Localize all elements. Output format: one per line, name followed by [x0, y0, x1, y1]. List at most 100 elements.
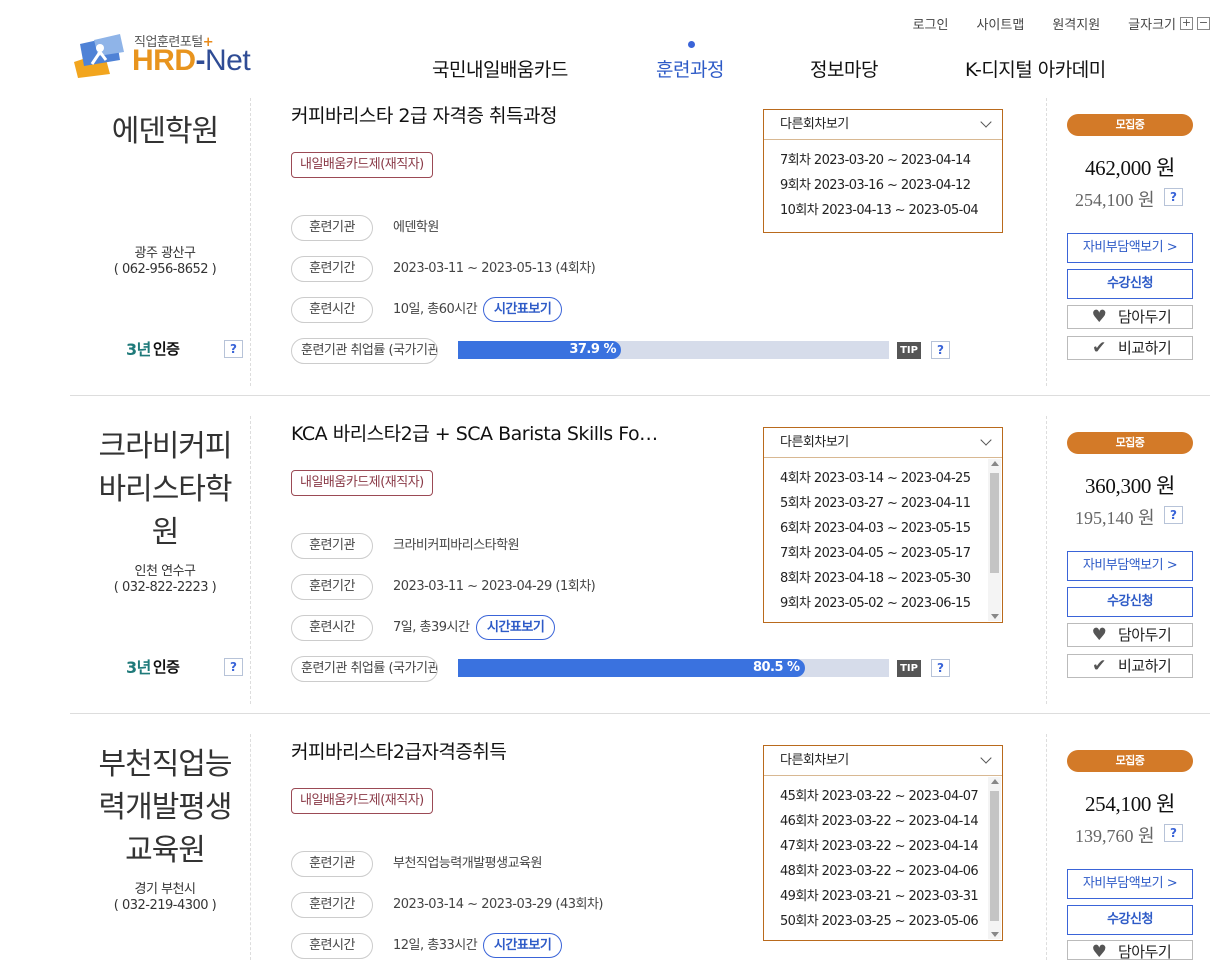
course-price: 360,300 원	[1084, 474, 1176, 498]
other-rounds-dropdown[interactable]: 다른회차보기 4회차 2023-03-14 ~ 2023-04-25 5회차 2…	[763, 427, 1003, 623]
apply-button[interactable]: 수강신청	[1067, 587, 1193, 617]
hours-label: 훈련시간	[291, 615, 373, 641]
round-item[interactable]: 9회차 2023-03-16 ~ 2023-04-12	[764, 173, 1002, 198]
employment-rate-value: 80.5 %	[752, 660, 800, 675]
apply-button[interactable]: 수강신청	[1067, 905, 1193, 935]
tip-badge[interactable]: TIP	[897, 342, 921, 359]
round-item[interactable]: 48회차 2023-03-22 ~ 2023-04-06	[764, 859, 1002, 884]
round-item[interactable]: 47회차 2023-03-22 ~ 2023-04-14	[764, 834, 1002, 859]
scroll-up-icon[interactable]	[991, 779, 999, 784]
heart-icon: ♥	[1091, 942, 1107, 960]
round-item[interactable]: 8회차 2023-04-18 ~ 2023-05-30	[764, 566, 1002, 591]
checkmark-icon: ✔	[1092, 338, 1106, 358]
main-nav: 국민내일배움카드 훈련과정 정보마당 K-디지털 아카데미	[0, 52, 1218, 82]
institution-location: 인천 연수구 ( 032-822-2223 )	[113, 564, 217, 595]
org-value: 크라비커피바리스타학원	[393, 538, 520, 553]
employment-help-button[interactable]: ?	[931, 659, 950, 677]
period-label: 훈련기간	[291, 256, 373, 282]
login-link[interactable]: 로그인	[913, 14, 949, 33]
rounds-scrollbar[interactable]	[988, 777, 1001, 939]
sitemap-link[interactable]: 사이트맵	[976, 14, 1024, 33]
period-value: 2023-03-14 ~ 2023-03-29 (43회차)	[393, 897, 604, 912]
course-price: 254,100 원	[1084, 792, 1176, 816]
nav-item-info[interactable]: 정보마당	[810, 55, 878, 82]
round-item[interactable]: 5회차 2023-03-27 ~ 2023-04-11	[764, 491, 1002, 516]
round-item[interactable]: 7회차 2023-04-05 ~ 2023-05-17	[764, 541, 1002, 566]
heart-icon: ♥	[1091, 307, 1107, 327]
subsidy-view-button[interactable]: 자비부담액보기 >	[1067, 551, 1193, 581]
chevron-down-icon	[980, 116, 992, 128]
wishlist-button[interactable]: ♥ 담아두기	[1067, 305, 1193, 329]
other-rounds-dropdown[interactable]: 다른회차보기 7회차 2023-03-20 ~ 2023-04-14 9회차 2…	[763, 109, 1003, 233]
timetable-button[interactable]: 시간표보기	[476, 615, 556, 640]
round-item[interactable]: 6회차 2023-04-03 ~ 2023-05-15	[764, 516, 1002, 541]
round-item[interactable]: 9회차 2023-05-02 ~ 2023-06-15	[764, 591, 1002, 616]
round-item[interactable]: 45회차 2023-03-22 ~ 2023-04-07	[764, 784, 1002, 809]
nav-item-training[interactable]: 훈련과정	[656, 55, 724, 82]
institution-name[interactable]: 크라비커피 바리스타학 원	[70, 425, 260, 554]
course-type-tag: 내일배움카드제(재직자)	[291, 152, 433, 178]
checkmark-icon: ✔	[1092, 656, 1106, 676]
subsidy-view-button[interactable]: 자비부담액보기 >	[1067, 869, 1193, 899]
scrollbar-thumb[interactable]	[990, 473, 999, 573]
employment-help-button[interactable]: ?	[931, 341, 950, 359]
other-rounds-dropdown[interactable]: 다른회차보기 45회차 2023-03-22 ~ 2023-04-07 46회차…	[763, 745, 1003, 941]
nav-item-k-digital[interactable]: K-디지털 아카데미	[965, 55, 1106, 82]
self-pay-price: 139,760 원	[1075, 826, 1155, 846]
font-size-decrease-button[interactable]: −	[1197, 17, 1210, 30]
employment-rate-bar: 37.9 %	[458, 341, 889, 359]
compare-button[interactable]: ✔ 비교하기	[1067, 654, 1193, 678]
scroll-up-icon[interactable]	[991, 461, 999, 466]
self-pay-price: 254,100 원	[1075, 190, 1155, 210]
cert-help-button[interactable]: ?	[224, 340, 243, 358]
status-badge: 모집중	[1067, 432, 1193, 454]
round-item[interactable]: 4회차 2023-03-14 ~ 2023-04-25	[764, 466, 1002, 491]
period-value: 2023-03-11 ~ 2023-04-29 (1회차)	[393, 579, 596, 594]
employment-rate-value: 37.9 %	[569, 342, 616, 357]
employment-rate-label: 훈련기관 취업률 (국가기관)	[291, 656, 438, 682]
scrollbar-thumb[interactable]	[990, 791, 999, 921]
cert-help-button[interactable]: ?	[224, 658, 243, 676]
institution-name[interactable]: 부천직업능 력개발평생 교육원	[70, 743, 260, 872]
round-item[interactable]: 50회차 2023-03-25 ~ 2023-05-06	[764, 909, 1002, 934]
compare-button[interactable]: ✔ 비교하기	[1067, 336, 1193, 360]
divider	[1046, 416, 1047, 704]
round-item[interactable]: 10회차 2023-04-13 ~ 2023-05-04	[764, 198, 1002, 223]
round-item[interactable]: 46회차 2023-03-22 ~ 2023-04-14	[764, 809, 1002, 834]
org-value: 부천직업능력개발평생교육원	[393, 856, 542, 871]
price-help-button[interactable]: ?	[1164, 824, 1183, 842]
status-badge: 모집중	[1067, 750, 1193, 772]
nav-item-card[interactable]: 국민내일배움카드	[432, 55, 568, 82]
other-rounds-toggle[interactable]: 다른회차보기	[764, 110, 1002, 140]
site-header: 직업훈련포털+ HRD-Net 로그인 사이트맵 원격지원 글자크기 + − 국…	[0, 0, 1218, 96]
course-title[interactable]: 커피바리스타 2급 자격증 취득과정	[291, 101, 557, 128]
scroll-down-icon[interactable]	[991, 614, 999, 619]
apply-button[interactable]: 수강신청	[1067, 269, 1193, 299]
employment-rate-bar: 80.5 %	[458, 659, 889, 677]
timetable-button[interactable]: 시간표보기	[483, 933, 563, 958]
institution-name[interactable]: 에덴학원	[70, 110, 260, 153]
wishlist-button[interactable]: ♥ 담아두기	[1067, 940, 1193, 960]
scroll-down-icon[interactable]	[991, 932, 999, 937]
tip-badge[interactable]: TIP	[897, 660, 921, 677]
self-pay-price: 195,140 원	[1075, 508, 1155, 528]
rounds-scrollbar[interactable]	[988, 459, 1001, 621]
subsidy-view-button[interactable]: 자비부담액보기 >	[1067, 233, 1193, 263]
course-card: 부천직업능 력개발평생 교육원 경기 부천시 ( 032-219-4300 ) …	[70, 714, 1218, 960]
round-item[interactable]: 7회차 2023-03-20 ~ 2023-04-14	[764, 148, 1002, 173]
other-rounds-toggle[interactable]: 다른회차보기	[764, 428, 1002, 458]
timetable-button[interactable]: 시간표보기	[483, 297, 563, 322]
wishlist-button[interactable]: ♥ 담아두기	[1067, 623, 1193, 647]
price-help-button[interactable]: ?	[1164, 506, 1183, 524]
course-card: 에덴학원 광주 광산구 ( 062-956-8652 ) 3년 인증 ? 커피바리…	[70, 78, 1218, 396]
hours-label: 훈련시간	[291, 297, 373, 323]
other-rounds-toggle[interactable]: 다른회차보기	[764, 746, 1002, 776]
status-badge: 모집중	[1067, 114, 1193, 136]
font-size-increase-button[interactable]: +	[1180, 17, 1193, 30]
hours-value: 12일, 총33시간	[393, 938, 478, 953]
course-title[interactable]: KCA 바리스타2급 + SCA Barista Skills Fo…	[291, 419, 658, 446]
price-help-button[interactable]: ?	[1164, 188, 1183, 206]
remote-support-link[interactable]: 원격지원	[1052, 14, 1100, 33]
course-title[interactable]: 커피바리스타2급자격증취득	[291, 737, 507, 764]
round-item[interactable]: 49회차 2023-03-21 ~ 2023-03-31	[764, 884, 1002, 909]
